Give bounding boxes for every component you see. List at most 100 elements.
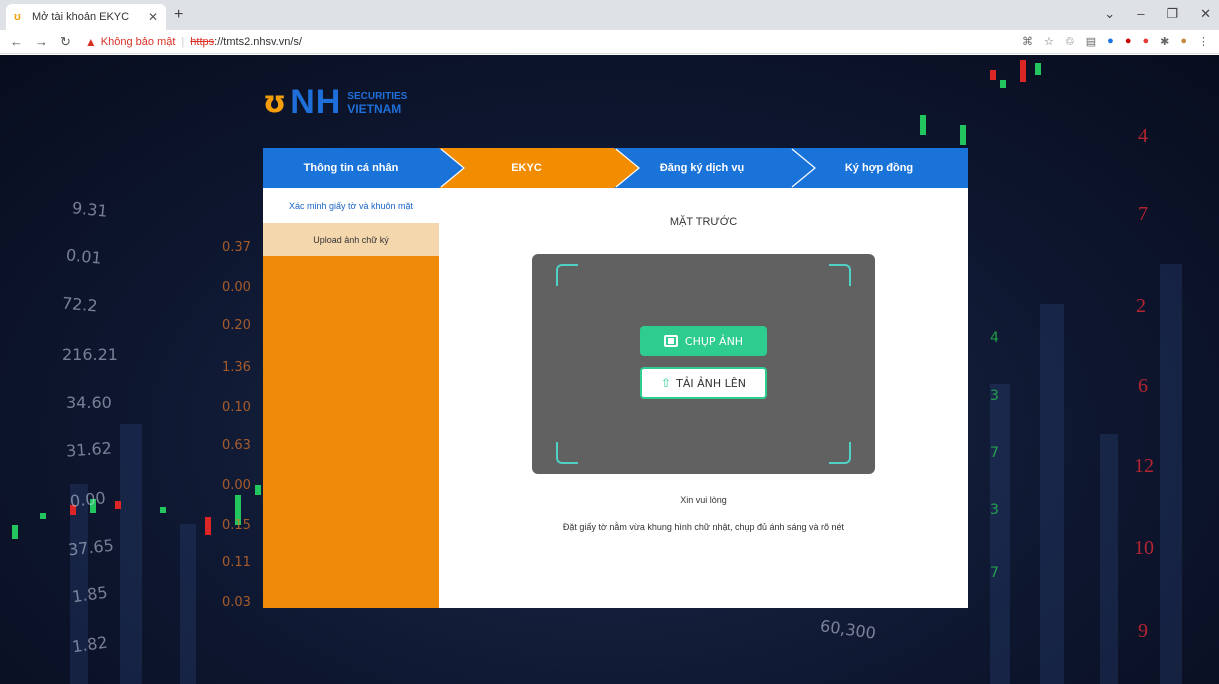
bg-number: 0.15 [222, 518, 251, 533]
extension-icon[interactable]: ▤ [1086, 35, 1096, 48]
step-ekyc[interactable]: EKYC [439, 148, 614, 188]
ekyc-panel: Thông tin cá nhân EKYC Đăng ký dịch vụ K… [263, 148, 968, 608]
bg-candle [960, 125, 966, 145]
bg-number: 10 [1134, 537, 1154, 559]
browser-tab[interactable]: ʊ Mở tài khoản EKYC ✕ [6, 4, 166, 30]
bg-number: 7 [1138, 203, 1148, 225]
logo-line-2: VIETNAM [347, 101, 402, 116]
bg-number: 31.62 [65, 438, 113, 461]
bg-number: 0.03 [222, 595, 251, 610]
bg-number: 3 [990, 502, 999, 518]
bg-candle [115, 501, 121, 509]
step-chevron [791, 148, 816, 188]
address-bar: ← → ↻ ▲ Không bảo mật | https ://tmts2.n… [0, 30, 1219, 54]
sidebar: Xác minh giấy tờ và khuôn mặt Upload ảnh… [263, 188, 439, 608]
upload-photo-label: TẢI ẢNH LÊN [676, 376, 746, 390]
security-warning: Không bảo mật [100, 35, 176, 48]
forward-icon[interactable]: → [35, 34, 48, 50]
translate-icon[interactable]: ⌘ [1022, 35, 1033, 48]
menu-icon[interactable]: ⋮ [1198, 35, 1209, 48]
browser-tab-bar: ʊ Mở tài khoản EKYC ✕ + ⌄ – ❐ ✕ [0, 0, 1219, 30]
puzzle-icon[interactable]: ✱ [1160, 35, 1169, 48]
bg-bar [990, 384, 1010, 684]
bg-number: 0.10 [222, 400, 251, 415]
extension-icon[interactable]: ♲ [1065, 35, 1075, 48]
adblock-icon[interactable]: ● [1142, 35, 1149, 48]
chat-icon[interactable]: ● [1107, 35, 1114, 48]
sidebar-item-upload-signature[interactable]: Upload ảnh chữ ký [263, 223, 439, 256]
back-icon[interactable]: ← [10, 34, 23, 50]
bg-number: 7 [990, 445, 999, 461]
bg-number: 72.2 [61, 293, 99, 316]
profile-avatar-icon[interactable]: ● [1180, 35, 1187, 48]
bg-number: 0.20 [222, 318, 251, 333]
warning-icon: ▲ [84, 34, 97, 49]
restore-icon[interactable]: ❐ [1166, 6, 1178, 22]
logo-subtitle: SECURITIES VIETNAM [347, 91, 407, 115]
bg-bar [1040, 304, 1064, 684]
bg-number: 34.60 [66, 393, 112, 412]
bg-candle [40, 513, 46, 519]
upload-photo-button[interactable]: ⇧ TẢI ẢNH LÊN [640, 367, 767, 399]
bg-number: 9.31 [71, 198, 109, 221]
bg-bar [180, 524, 196, 684]
bg-candle [990, 70, 996, 80]
bg-number: 0.00 [222, 280, 251, 295]
reload-icon[interactable]: ↻ [60, 34, 71, 50]
step-contract[interactable]: Ký hợp đồng [790, 148, 968, 188]
bg-candle [255, 485, 261, 495]
bg-candle [920, 115, 926, 135]
bg-number: 12 [1134, 455, 1154, 477]
bg-number: 0.63 [222, 438, 251, 453]
step-personal-info[interactable]: Thông tin cá nhân [263, 148, 439, 188]
window-controls: ⌄ – ❐ ✕ [1104, 6, 1211, 22]
bg-candle [205, 517, 211, 535]
bg-number: 9 [1138, 620, 1148, 642]
bg-number: 216.21 [62, 345, 118, 364]
minimize-icon[interactable]: – [1137, 6, 1144, 22]
logo-text: NH [290, 83, 342, 121]
logo-line-1: SECURITIES [347, 90, 408, 102]
step-service-registration[interactable]: Đăng ký dịch vụ [614, 148, 790, 188]
bg-bar [1160, 264, 1182, 684]
bg-number: 1.36 [222, 360, 251, 375]
bg-bar [1100, 434, 1118, 684]
cloud-upload-icon: ⇧ [661, 376, 672, 390]
frame-corner [829, 264, 851, 286]
bg-number: 3 [990, 388, 999, 404]
bg-candle [1000, 80, 1006, 88]
bg-number: 2 [1136, 295, 1146, 317]
bg-number: 37.65 [67, 535, 115, 560]
close-window-icon[interactable]: ✕ [1200, 6, 1211, 22]
capture-photo-label: CHỤP ẢNH [684, 334, 744, 348]
sidebar-item-verify-documents[interactable]: Xác minh giấy tờ và khuôn mặt [263, 188, 439, 223]
capture-photo-button[interactable]: CHỤP ẢNH [640, 326, 767, 356]
bg-candle [12, 525, 18, 539]
extensions-area: ⌘ ☆ ♲ ▤ ● ● ● ✱ ● ⋮ [1022, 35, 1209, 48]
bg-number: 0.00 [69, 488, 107, 511]
bg-number: 1.82 [70, 632, 109, 657]
bg-number: 1.85 [70, 582, 109, 607]
bg-number: 7 [990, 565, 999, 581]
close-tab-icon[interactable]: ✕ [148, 10, 158, 24]
tab-title: Mở tài khoản EKYC [32, 11, 130, 23]
bg-number: 6 [1138, 375, 1148, 397]
tab-search-icon[interactable]: ⌄ [1104, 6, 1115, 22]
bookmark-star-icon[interactable]: ☆ [1044, 35, 1054, 48]
new-tab-icon[interactable]: + [174, 6, 183, 24]
bg-candle [160, 507, 166, 513]
bg-number: 4 [1138, 125, 1148, 147]
hint-title: Xin vui lòng [680, 495, 727, 505]
bg-number: 0.11 [222, 555, 251, 570]
url-separator: | [181, 35, 185, 48]
url-field[interactable]: ▲ Không bảo mật | https ://tmts2.nhsv.vn… [85, 35, 302, 49]
frame-corner [829, 442, 851, 464]
url-scheme: https [190, 35, 215, 48]
shield-icon[interactable]: ● [1125, 35, 1132, 48]
bg-number: 60,300 [818, 616, 878, 643]
frame-corner [556, 264, 578, 286]
step-bar: Thông tin cá nhân EKYC Đăng ký dịch vụ K… [263, 148, 968, 188]
bg-number: 0.00 [222, 478, 251, 493]
url-path: ://tmts2.nhsv.vn/s/ [214, 35, 302, 48]
bg-number: 4 [990, 330, 999, 346]
